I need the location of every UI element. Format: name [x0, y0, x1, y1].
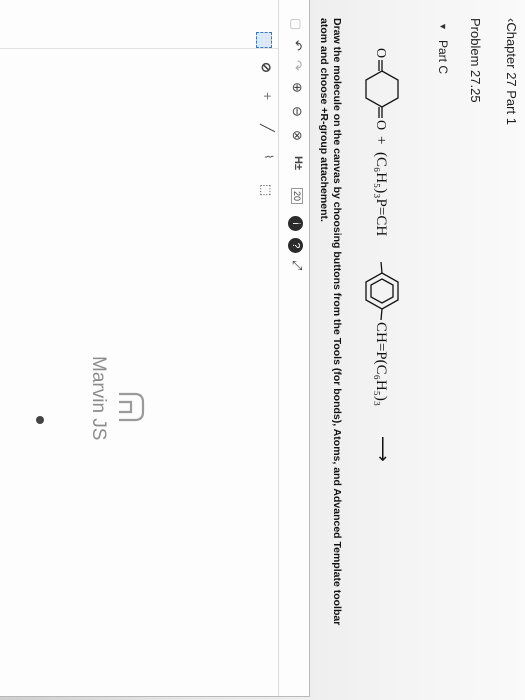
marvin-js-brand: Marvin JS — [88, 356, 109, 441]
ring-tool-icon[interactable]: ⬚ — [258, 184, 274, 196]
phenylene-ring — [365, 261, 399, 321]
numbering-button[interactable]: 20 — [291, 188, 303, 205]
instructions-line-1: Draw the molecule on the canvas by choos… — [331, 18, 343, 626]
oxygen-left-label: O — [373, 48, 388, 58]
problem-title: Problem 27.25 — [468, 18, 483, 103]
new-document-icon[interactable]: ▢ — [288, 18, 304, 30]
collapse-triangle-icon[interactable]: ▼ — [438, 22, 448, 31]
undo-icon[interactable]: ↶ — [289, 40, 305, 51]
marvin-editor[interactable]: ▢ ↶ ↷ ⊕ ⊖ ⊗ H± 20 i ? ⤢ ⊘ + ╱ ⌇ ⬚ Marvin… — [0, 0, 310, 697]
reaction-arrow: ⟶ — [373, 436, 393, 462]
info-icon[interactable]: i — [288, 216, 303, 231]
canvas-dot — [36, 416, 44, 424]
cyclohexanedione-ring — [365, 60, 399, 118]
chain-tool-icon[interactable]: ⌇ — [262, 154, 275, 159]
part-label[interactable]: Part C — [436, 40, 450, 74]
hydrogens-button[interactable]: H± — [292, 156, 304, 170]
redo-icon[interactable]: ↷ — [289, 60, 305, 71]
editor-top-toolbar: ▢ ↶ ↷ ⊕ ⊖ ⊗ H± 20 i ? ⤢ — [278, 0, 309, 696]
single-bond-icon[interactable]: ╱ — [259, 124, 275, 132]
oxygen-right-label: O — [373, 120, 388, 130]
rotated-page: ‹Chapter 27 Part 1 Problem 27.25 ▼ Part … — [0, 0, 525, 700]
instructions: Draw the molecule on the canvas by choos… — [317, 18, 343, 700]
screen: ‹Chapter 27 Part 1 Problem 27.25 ▼ Part … — [0, 0, 525, 700]
plus-charge-icon[interactable]: + — [260, 92, 276, 100]
chapter-link[interactable]: ‹Chapter 27 Part 1 — [504, 18, 519, 125]
erase-tool-icon[interactable]: ⊘ — [258, 62, 274, 73]
plus-sign: + — [373, 136, 389, 145]
zoom-out-icon[interactable]: ⊖ — [289, 106, 305, 117]
selection-tool-icon[interactable] — [256, 32, 272, 48]
zoom-fit-icon[interactable]: ⊗ — [289, 130, 305, 141]
editor-left-toolbar: ⊘ + ╱ ⌇ ⬚ — [0, 0, 278, 196]
zoom-in-icon[interactable]: ⊕ — [289, 82, 305, 93]
marvin-logo-icon — [119, 392, 145, 422]
expand-icon[interactable]: ⤢ — [289, 260, 305, 270]
ylide-right: CH=P(C₆H₅)₃ — [373, 322, 389, 407]
instructions-line-2: atom and choose +R-group attachement. — [318, 18, 330, 222]
ylide-left: (C₆H₅)₃P=CH — [373, 152, 389, 237]
help-icon[interactable]: ? — [288, 238, 303, 253]
